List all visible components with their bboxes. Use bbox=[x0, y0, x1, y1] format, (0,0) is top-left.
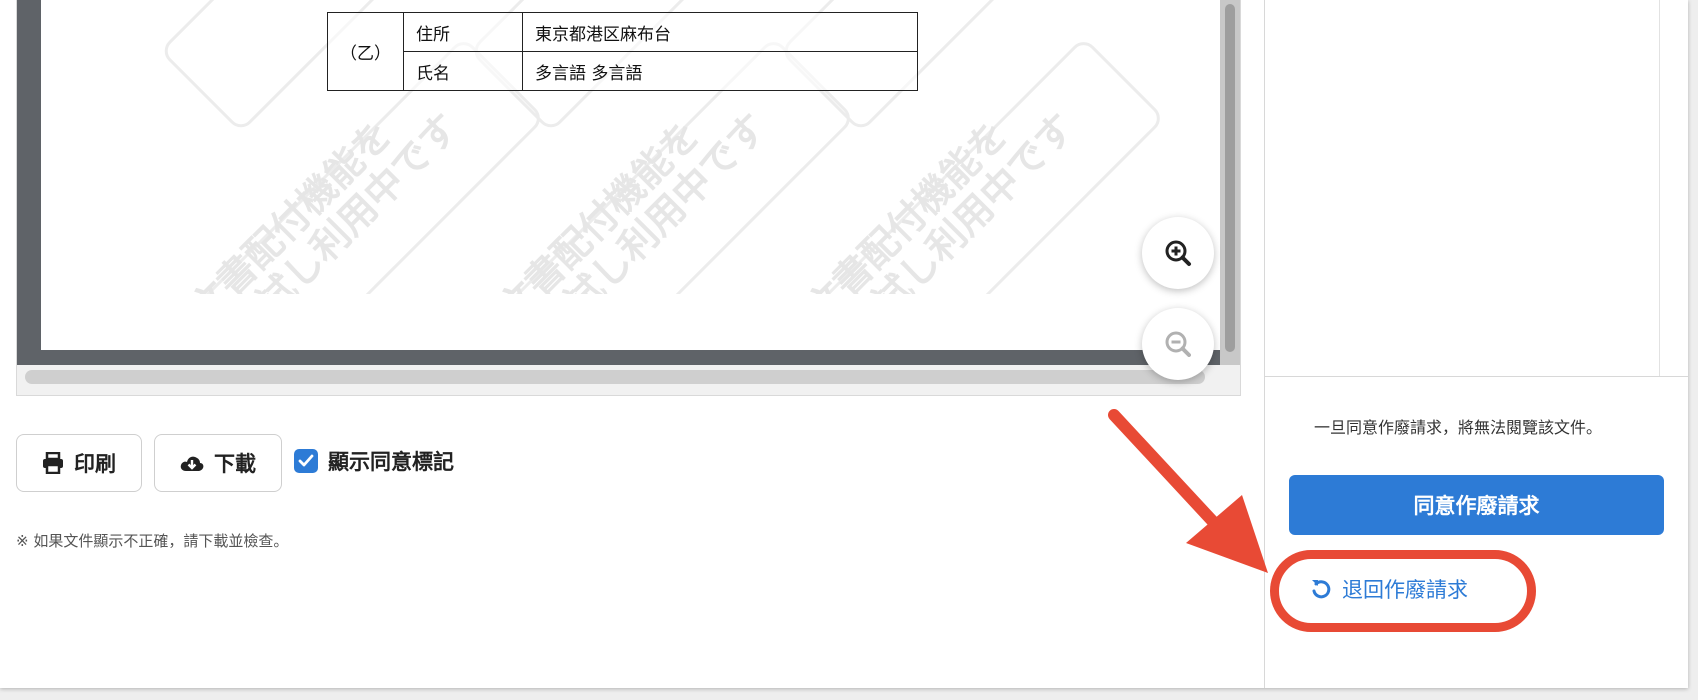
zoom-out-icon bbox=[1165, 331, 1191, 357]
display-note: ※ 如果文件顯示不正確，請下載並檢查。 bbox=[16, 532, 289, 550]
vertical-scroll-thumb[interactable] bbox=[1225, 4, 1235, 352]
vertical-scrollbar[interactable] bbox=[1220, 0, 1240, 365]
panel-separator bbox=[1264, 376, 1688, 377]
print-label: 印刷 bbox=[74, 452, 116, 476]
print-button[interactable]: 印刷 bbox=[16, 434, 142, 492]
annotation-arrow-icon bbox=[1108, 409, 1268, 573]
download-button[interactable]: 下載 bbox=[154, 434, 282, 492]
table-row: 氏名 多言語 多言語 bbox=[328, 51, 918, 91]
zoom-in-button[interactable] bbox=[1142, 217, 1214, 289]
printer-icon bbox=[43, 452, 63, 474]
zoom-in-icon bbox=[1165, 240, 1191, 266]
warning-text: 一旦同意作廢請求，將無法閱覽該文件。 bbox=[1314, 418, 1603, 437]
row-label: 住所 bbox=[403, 12, 523, 52]
row-value: 東京都港区麻布台 bbox=[522, 12, 918, 52]
check-icon bbox=[298, 454, 314, 467]
panel-scrollbar[interactable] bbox=[1659, 0, 1660, 376]
highlight-ring bbox=[1270, 550, 1536, 632]
zoom-out-button[interactable] bbox=[1142, 308, 1214, 380]
show-marks-label: 顯示同意標記 bbox=[328, 450, 454, 474]
document-frame: 文書配付機能を お試し利用中です 文書配付機能を お試し利用中です 文書配付機能… bbox=[17, 0, 1240, 365]
row-value: 多言語 多言語 bbox=[522, 51, 918, 91]
party-label: （乙） bbox=[327, 12, 404, 91]
document-viewer: 文書配付機能を お試し利用中です 文書配付機能を お試し利用中です 文書配付機能… bbox=[16, 0, 1241, 396]
download-label: 下載 bbox=[214, 452, 256, 476]
agree-void-request-button[interactable]: 同意作廢請求 bbox=[1289, 475, 1664, 535]
checkbox-box[interactable] bbox=[294, 449, 318, 473]
row-label: 氏名 bbox=[403, 51, 523, 91]
document-page: 文書配付機能を お試し利用中です 文書配付機能を お試し利用中です 文書配付機能… bbox=[41, 0, 1225, 350]
main-card: 文書配付機能を お試し利用中です 文書配付機能を お試し利用中です 文書配付機能… bbox=[0, 0, 1688, 688]
party-table: （乙） 住所 東京都港区麻布台 氏名 多言語 多言語 bbox=[327, 12, 918, 91]
cloud-download-icon bbox=[180, 456, 204, 471]
table-row: （乙） 住所 東京都港区麻布台 bbox=[327, 12, 918, 91]
show-marks-checkbox[interactable]: 顯示同意標記 bbox=[294, 446, 454, 476]
horizontal-scrollbar[interactable] bbox=[25, 370, 1205, 384]
